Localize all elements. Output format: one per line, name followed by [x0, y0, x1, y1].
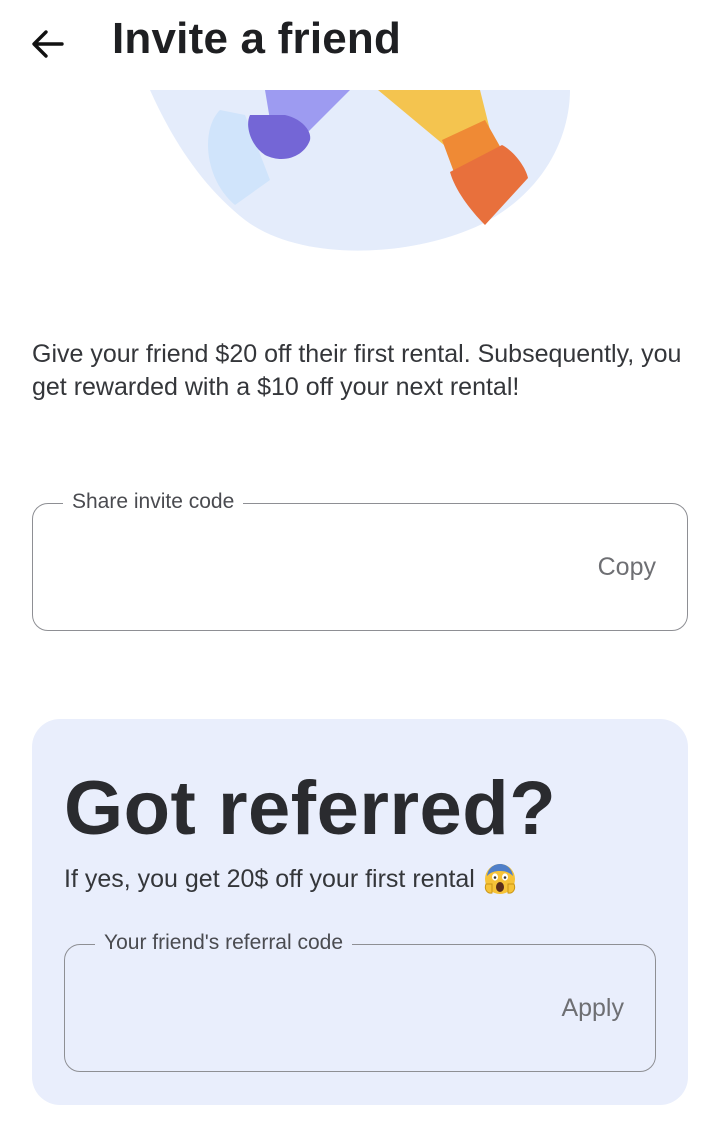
- invite-code-field[interactable]: Share invite code Copy: [32, 490, 688, 631]
- screaming-face-emoji: [484, 864, 515, 894]
- apply-button[interactable]: Apply: [561, 994, 624, 1023]
- referral-code-label: Your friend's referral code: [95, 931, 353, 955]
- hands-illustration: [150, 90, 570, 251]
- invite-code-input[interactable]: [57, 544, 541, 590]
- referral-code-field[interactable]: Your friend's referral code Apply: [64, 931, 656, 1072]
- invite-description: Give your friend $20 off their first ren…: [32, 340, 682, 401]
- page-title: Invite a friend: [112, 14, 402, 63]
- referred-subtitle-text: If yes, you get 20$ off your first renta…: [64, 864, 475, 893]
- arrow-left-icon: [32, 30, 64, 58]
- copy-button[interactable]: Copy: [598, 553, 656, 582]
- referred-card: Got referred? If yes, you get 20$ off yo…: [32, 719, 688, 1105]
- hero-illustration: [150, 90, 580, 260]
- referred-title: Got referred?: [64, 766, 557, 851]
- back-button[interactable]: [24, 20, 72, 68]
- referral-code-input[interactable]: [89, 985, 573, 1031]
- invite-code-label: Share invite code: [63, 490, 244, 514]
- referred-subtitle: If yes, you get 20$ off your first renta…: [64, 862, 517, 896]
- app-header: Invite a friend: [0, 0, 720, 90]
